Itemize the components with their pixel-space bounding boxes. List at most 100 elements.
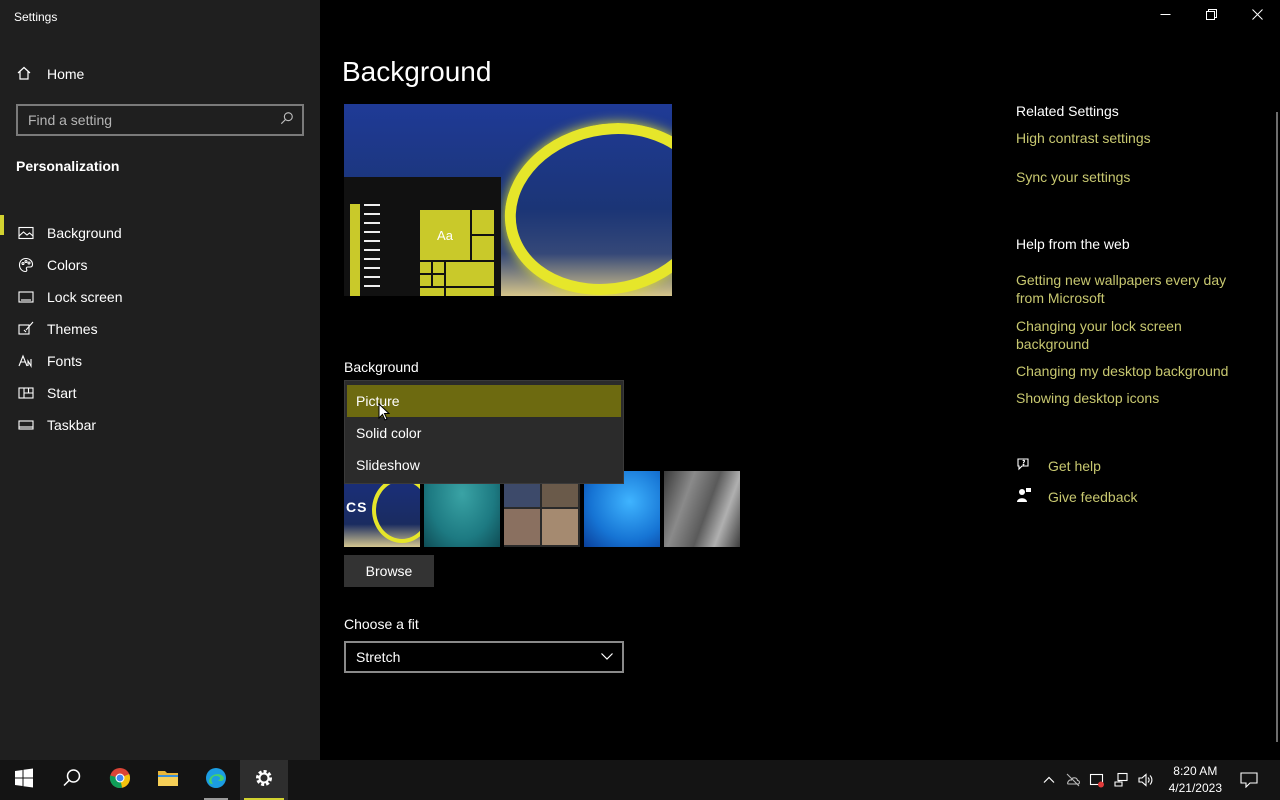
sidebar-nav: Background Colors Lock screen Themes Fon… bbox=[0, 209, 320, 449]
volume-icon[interactable] bbox=[1137, 772, 1153, 788]
sidebar-item-label: Start bbox=[47, 385, 77, 401]
help-heading: Help from the web bbox=[1016, 236, 1130, 252]
onedrive-icon[interactable] bbox=[1065, 772, 1081, 788]
preview-tile-small bbox=[446, 288, 494, 296]
home-label: Home bbox=[47, 66, 85, 82]
background-preview: Aa bbox=[344, 104, 672, 296]
settings-button[interactable] bbox=[240, 760, 288, 800]
sidebar-item-label: Background bbox=[47, 225, 122, 241]
preview-tile: Aa bbox=[420, 210, 470, 260]
sidebar-item-label: Lock screen bbox=[47, 289, 123, 305]
preview-tile-small bbox=[420, 288, 444, 296]
restore-button[interactable] bbox=[1188, 0, 1234, 32]
search-input[interactable] bbox=[28, 112, 280, 128]
search-icon bbox=[61, 767, 83, 794]
taskbar: 8:20 AM 4/21/2023 bbox=[0, 760, 1280, 800]
dropdown-option-solid-color[interactable]: Solid color bbox=[345, 417, 623, 449]
thumbnail-ring bbox=[372, 477, 420, 543]
system-tray: 8:20 AM 4/21/2023 bbox=[1041, 760, 1222, 800]
scrollbar[interactable] bbox=[1276, 112, 1278, 742]
chevron-up-icon[interactable] bbox=[1041, 772, 1057, 788]
recent-image-thumbnail[interactable] bbox=[664, 471, 740, 547]
search-button[interactable] bbox=[48, 760, 96, 800]
window-controls bbox=[1142, 0, 1280, 32]
dropdown-option-slideshow[interactable]: Slideshow bbox=[345, 449, 623, 481]
give-feedback-label: Give feedback bbox=[1048, 488, 1138, 505]
network-icon[interactable] bbox=[1113, 772, 1129, 788]
minimize-button[interactable] bbox=[1142, 0, 1188, 32]
get-help-label: Get help bbox=[1048, 457, 1101, 474]
sidebar-item-label: Taskbar bbox=[47, 417, 97, 433]
browse-button[interactable]: Browse bbox=[344, 555, 434, 587]
restore-icon bbox=[1205, 7, 1217, 25]
preview-taskbar bbox=[350, 204, 360, 296]
app-title: Settings bbox=[14, 10, 58, 24]
home-icon bbox=[16, 65, 32, 84]
preview-tile-small bbox=[472, 236, 494, 260]
notification-center-icon[interactable] bbox=[1240, 772, 1258, 789]
palette-icon bbox=[18, 257, 34, 273]
get-help-link[interactable]: Get help bbox=[1016, 456, 1101, 475]
main-content: Background Aa Background CS Picture Soli… bbox=[320, 0, 1280, 760]
security-icon[interactable] bbox=[1089, 772, 1105, 788]
related-settings-heading: Related Settings bbox=[1016, 103, 1119, 119]
background-label: Background bbox=[344, 359, 419, 375]
folder-icon bbox=[157, 767, 179, 794]
brush-icon bbox=[18, 321, 34, 337]
lock-screen-icon bbox=[18, 289, 34, 305]
home-link[interactable]: Home bbox=[16, 64, 84, 84]
taskbar-icon bbox=[18, 417, 34, 433]
chat-help-icon bbox=[1016, 456, 1032, 475]
clock[interactable]: 8:20 AM 4/21/2023 bbox=[1169, 763, 1222, 797]
preview-tile-small bbox=[420, 262, 431, 273]
thumbnail-quadrant bbox=[504, 509, 540, 545]
preview-tile-small bbox=[472, 210, 494, 234]
sidebar-item-label: Colors bbox=[47, 257, 88, 273]
preview-menu-lines bbox=[364, 204, 380, 294]
help-link-wallpapers[interactable]: Getting new wallpapers every day from Mi… bbox=[1016, 271, 1246, 307]
page-title: Background bbox=[342, 56, 492, 87]
edge-button[interactable] bbox=[192, 760, 240, 800]
preview-tile-small bbox=[420, 275, 431, 286]
chevron-down-icon bbox=[600, 649, 614, 666]
search-box[interactable] bbox=[16, 104, 304, 136]
fit-label: Choose a fit bbox=[344, 616, 419, 632]
start-button[interactable] bbox=[0, 760, 48, 800]
minimize-icon bbox=[1160, 7, 1171, 25]
sync-settings-link[interactable]: Sync your settings bbox=[1016, 168, 1246, 186]
mouse-cursor-icon bbox=[378, 403, 390, 421]
close-button[interactable] bbox=[1234, 0, 1280, 32]
preview-tile-wide bbox=[446, 262, 494, 286]
file-explorer-button[interactable] bbox=[144, 760, 192, 800]
edge-icon bbox=[205, 767, 227, 794]
give-feedback-link[interactable]: Give feedback bbox=[1016, 487, 1138, 506]
chrome-icon bbox=[109, 767, 131, 794]
start-grid-icon bbox=[18, 385, 34, 401]
clock-time: 8:20 AM bbox=[1173, 764, 1218, 778]
gear-icon bbox=[253, 767, 275, 794]
background-type-dropdown[interactable]: Picture Solid color Slideshow bbox=[344, 380, 624, 484]
sidebar: Settings Home Personalization Background… bbox=[0, 0, 320, 760]
feedback-person-icon bbox=[1016, 487, 1032, 506]
fit-value: Stretch bbox=[356, 649, 401, 665]
help-link-desktop-background[interactable]: Changing my desktop background bbox=[1016, 362, 1246, 380]
clock-date: 4/21/2023 bbox=[1168, 781, 1222, 795]
thumbnail-quadrant bbox=[542, 509, 578, 545]
section-title: Personalization bbox=[16, 158, 120, 174]
font-icon bbox=[18, 353, 34, 369]
preview-wallpaper-ring bbox=[488, 104, 672, 296]
search-icon[interactable] bbox=[280, 111, 294, 130]
preview-tile-small bbox=[433, 262, 444, 273]
sidebar-item-taskbar[interactable]: Taskbar bbox=[0, 401, 320, 449]
high-contrast-link[interactable]: High contrast settings bbox=[1016, 129, 1246, 147]
help-link-desktop-icons[interactable]: Showing desktop icons bbox=[1016, 389, 1246, 407]
help-link-lock-screen[interactable]: Changing your lock screen background bbox=[1016, 317, 1246, 353]
windows-logo-icon bbox=[13, 767, 35, 794]
sidebar-item-label: Themes bbox=[47, 321, 98, 337]
picture-icon bbox=[18, 225, 34, 241]
close-icon bbox=[1251, 7, 1263, 25]
fit-select[interactable]: Stretch bbox=[344, 641, 624, 673]
preview-tile-small bbox=[433, 275, 444, 286]
sidebar-item-label: Fonts bbox=[47, 353, 83, 369]
chrome-button[interactable] bbox=[96, 760, 144, 800]
